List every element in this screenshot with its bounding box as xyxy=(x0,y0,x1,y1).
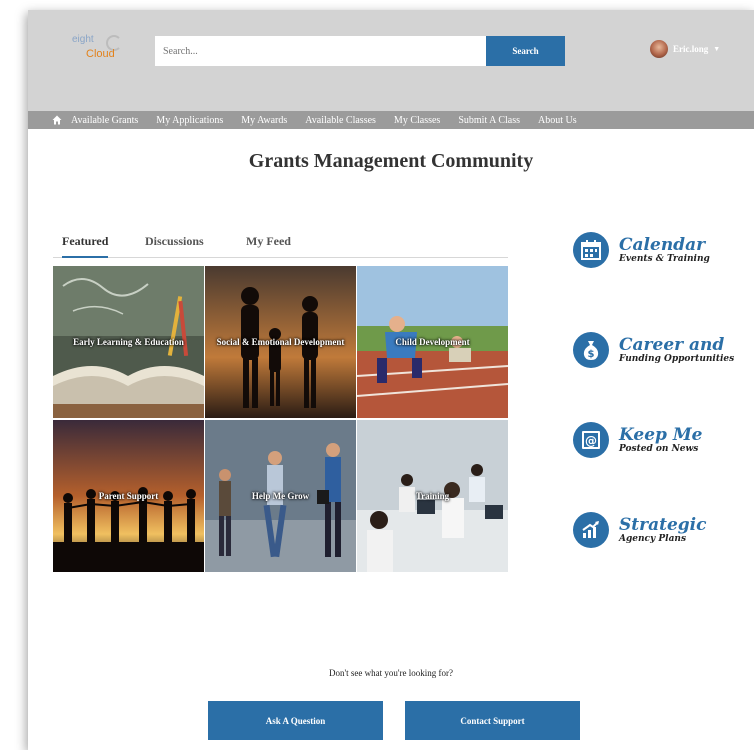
tab-discussions[interactable]: Discussions xyxy=(145,234,204,256)
nav-item-my-classes[interactable]: My Classes xyxy=(394,115,440,126)
nav-item-my-applications[interactable]: My Applications xyxy=(156,115,223,126)
promo-subtitle: Posted on News xyxy=(619,444,699,454)
logo-text-cloud: Cloud xyxy=(86,48,115,60)
page-title: Grants Management Community xyxy=(248,150,534,172)
tile-label: Child Development xyxy=(395,337,470,347)
tab-featured[interactable]: Featured xyxy=(62,234,109,258)
tile-label: Early Learning & Education xyxy=(73,337,184,347)
user-name: Eric.long xyxy=(673,44,709,54)
featured-topics-grid: Early Learning & Education Social & Emot… xyxy=(53,266,508,572)
user-menu[interactable]: Eric.long ▼ xyxy=(650,40,720,58)
promo-title: Keep Me xyxy=(619,425,703,445)
contact-support-button[interactable]: Contact Support xyxy=(405,701,580,740)
tile-label: Social & Emotional Development xyxy=(216,337,345,347)
svg-text:$: $ xyxy=(588,349,595,360)
topic-tile-help-me-grow[interactable]: Help Me Grow xyxy=(205,420,356,572)
tile-label: Training xyxy=(415,491,450,501)
tile-label: Help Me Grow xyxy=(251,491,310,501)
community-page: eight Cloud Search Eric.long ▼ Available… xyxy=(28,10,754,750)
promo-title: Strategic xyxy=(619,515,707,535)
search-input[interactable] xyxy=(155,36,486,66)
promo-subtitle: Funding Opportunities xyxy=(619,354,735,364)
nav-item-available-grants[interactable]: Available Grants xyxy=(71,115,138,126)
logo-text-eight: eight xyxy=(72,34,94,45)
promo-subtitle: Agency Plans xyxy=(619,534,687,544)
tab-my-feed[interactable]: My Feed xyxy=(246,234,291,256)
avatar xyxy=(650,40,668,58)
main-nav: Available Grants My Applications My Awar… xyxy=(28,111,754,129)
topic-tile-parent-support[interactable]: Parent Support xyxy=(53,420,204,572)
nav-item-my-awards[interactable]: My Awards xyxy=(241,115,287,126)
nav-item-about-us[interactable]: About Us xyxy=(538,115,577,126)
svg-text:@: @ xyxy=(585,434,597,448)
site-header: eight Cloud Search Eric.long ▼ xyxy=(28,10,754,111)
search-button[interactable]: Search xyxy=(486,36,565,66)
tile-label: Parent Support xyxy=(98,491,159,501)
topic-tile-early-learning[interactable]: Early Learning & Education xyxy=(53,266,204,418)
home-icon[interactable] xyxy=(51,114,63,126)
ask-question-button[interactable]: Ask A Question xyxy=(208,701,383,740)
help-prompt: Don't see what you're looking for? xyxy=(329,668,453,678)
promo-subtitle: Events & Training xyxy=(619,254,710,264)
topic-tile-social-emotional[interactable]: Social & Emotional Development xyxy=(205,266,356,418)
feed-tabs: Featured Discussions My Feed xyxy=(53,234,508,258)
topic-tile-training[interactable]: Training xyxy=(357,420,508,572)
eightcloud-logo[interactable]: eight Cloud xyxy=(70,28,130,68)
money-bag-icon: $ xyxy=(573,332,609,368)
topic-tile-child-development[interactable]: Child Development xyxy=(357,266,508,418)
nav-item-submit-a-class[interactable]: Submit A Class xyxy=(458,115,520,126)
promo-career-funding[interactable]: $ Career and Funding Opportunities xyxy=(573,332,734,368)
nav-item-available-classes[interactable]: Available Classes xyxy=(305,115,376,126)
growth-chart-icon xyxy=(573,512,609,548)
promo-title: Career and xyxy=(619,335,725,355)
calendar-icon xyxy=(573,232,609,268)
promo-calendar[interactable]: Calendar Events & Training xyxy=(573,232,710,268)
promo-title: Calendar xyxy=(619,235,706,255)
promo-strategic-plans[interactable]: Strategic Agency Plans xyxy=(573,512,706,548)
promo-keep-me-posted[interactable]: @ Keep Me Posted on News xyxy=(573,422,702,458)
chevron-down-icon: ▼ xyxy=(713,45,721,53)
at-sign-stamp-icon: @ xyxy=(573,422,609,458)
